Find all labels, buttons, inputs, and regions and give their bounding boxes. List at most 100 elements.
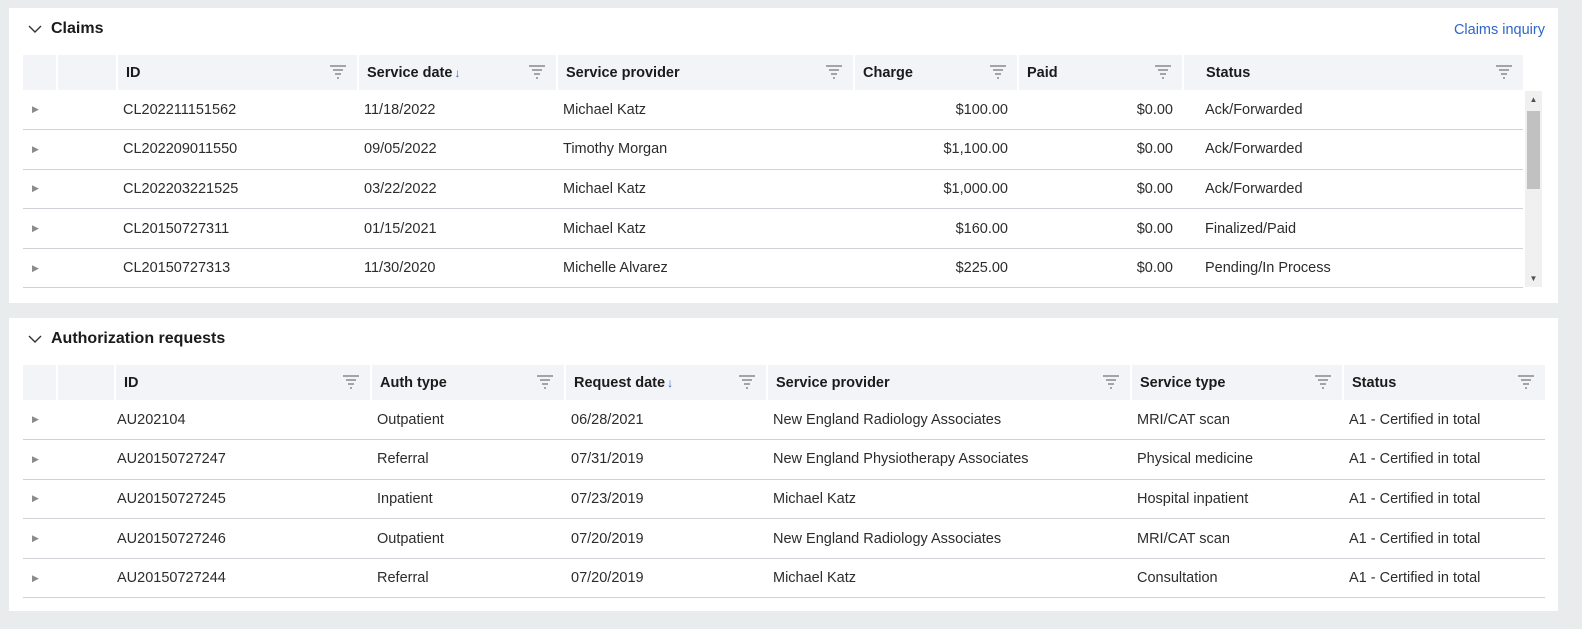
claim-id: CL202209011550 (123, 141, 238, 158)
triangle-right-icon[interactable]: ▶ (23, 519, 57, 559)
filter-icon[interactable] (738, 374, 756, 390)
row-select-cell (57, 90, 117, 130)
table-row[interactable]: ▶ AU202104 Outpatient 06/28/2021 New Eng… (23, 400, 1545, 440)
column-header-paid[interactable]: Paid (1018, 55, 1184, 90)
table-row[interactable]: ▶ AU20150727246 Outpatient 07/20/2019 Ne… (23, 519, 1545, 559)
filter-icon[interactable] (1102, 374, 1120, 390)
claim-id: CL202203221525 (123, 180, 239, 197)
service-provider: Michelle Alvarez (563, 260, 668, 277)
auth-type: Referral (377, 451, 429, 468)
table-row[interactable]: ▶ CL20150727313 11/30/2020 Michelle Alva… (23, 248, 1523, 288)
request-date: 07/31/2019 (571, 451, 644, 468)
filter-icon[interactable] (1517, 374, 1535, 390)
column-label: Status (1352, 374, 1397, 391)
table-row[interactable]: ▶ CL202211151562 11/18/2022 Michael Katz… (23, 90, 1523, 130)
service-provider: Michael Katz (563, 101, 647, 118)
row-select-cell (57, 440, 115, 480)
triangle-right-icon[interactable]: ▶ (23, 209, 57, 249)
claims-scrollbar[interactable]: ▲ ▼ (1525, 91, 1542, 287)
filter-icon[interactable] (989, 64, 1007, 80)
column-header-service-type[interactable]: Service type (1131, 365, 1344, 400)
claims-header-toggle[interactable]: Claims (27, 20, 103, 38)
auth-id: AU20150727247 (117, 451, 226, 468)
request-date: 06/28/2021 (571, 411, 644, 428)
table-row[interactable]: ▶ AU20150727244 Referral 07/20/2019 Mich… (23, 558, 1545, 598)
column-header-service-provider[interactable]: Service provider (557, 55, 855, 90)
column-label: Paid (1027, 64, 1058, 81)
auth-header-row: ID Auth type Request date ↓ Service provi… (23, 365, 1545, 400)
filter-icon[interactable] (1314, 374, 1332, 390)
auth-id: AU20150727245 (117, 490, 226, 507)
filter-icon[interactable] (1154, 64, 1172, 80)
triangle-up-icon[interactable]: ▲ (1525, 91, 1542, 108)
status: A1 - Certified in total (1349, 490, 1481, 507)
filter-icon[interactable] (342, 374, 360, 390)
sort-descending-icon: ↓ (454, 65, 461, 80)
triangle-right-icon[interactable]: ▶ (23, 558, 57, 598)
service-date: 11/30/2020 (364, 260, 436, 277)
column-header-status[interactable]: Status (1343, 365, 1545, 400)
status: A1 - Certified in total (1349, 451, 1481, 468)
triangle-right-icon[interactable]: ▶ (23, 400, 57, 440)
status: A1 - Certified in total (1349, 411, 1481, 428)
auth-id: AU20150727246 (117, 530, 226, 547)
row-select-cell (57, 130, 117, 170)
column-label: Charge (863, 64, 913, 81)
claims-panel: Claims Claims inquiry ID Service date ↓ S (9, 8, 1558, 303)
service-provider: New England Radiology Associates (773, 411, 1002, 428)
triangle-right-icon[interactable]: ▶ (23, 169, 57, 209)
filter-icon[interactable] (536, 374, 554, 390)
service-provider: Timothy Morgan (563, 141, 668, 158)
table-row[interactable]: ▶ CL202209011550 09/05/2022 Timothy Morg… (23, 130, 1523, 170)
column-label: Request date (574, 374, 666, 391)
authorization-requests-panel: Authorization requests ID Auth type Requ… (9, 318, 1558, 611)
status: Finalized/Paid (1205, 220, 1297, 237)
triangle-right-icon[interactable]: ▶ (23, 440, 57, 480)
filter-icon[interactable] (825, 64, 843, 80)
row-select-cell (57, 209, 117, 249)
claims-header-row: ID Service date ↓ Service provider Charge… (23, 55, 1523, 90)
column-header-service-date[interactable]: Service date ↓ (358, 55, 558, 90)
table-row[interactable]: ▶ CL20150727311 01/15/2021 Michael Katz … (23, 209, 1523, 249)
row-select-cell (57, 248, 117, 288)
auth-id: AU20150727244 (117, 570, 226, 587)
column-header-request-date[interactable]: Request date ↓ (565, 365, 768, 400)
table-row[interactable]: ▶ AU20150727245 Inpatient 07/23/2019 Mic… (23, 479, 1545, 519)
scrollbar-thumb[interactable] (1527, 111, 1540, 189)
table-row[interactable]: ▶ CL202203221525 03/22/2022 Michael Katz… (23, 169, 1523, 209)
column-header-id[interactable]: ID (115, 365, 372, 400)
status: Pending/In Process (1205, 260, 1331, 277)
service-provider: Michael Katz (563, 180, 647, 197)
column-label: ID (124, 374, 139, 391)
request-date: 07/23/2019 (571, 490, 644, 507)
paid: $0.00 (1136, 180, 1173, 197)
column-header-auth-type[interactable]: Auth type (371, 365, 566, 400)
table-row[interactable]: ▶ AU20150727247 Referral 07/31/2019 New … (23, 440, 1545, 480)
chevron-down-icon (28, 335, 42, 343)
service-provider: New England Physiotherapy Associates (773, 451, 1029, 468)
filter-icon[interactable] (1495, 64, 1513, 80)
triangle-right-icon[interactable]: ▶ (23, 479, 57, 519)
paid: $0.00 (1136, 260, 1173, 277)
charge: $1,000.00 (943, 180, 1008, 197)
triangle-right-icon[interactable]: ▶ (23, 248, 57, 288)
triangle-right-icon[interactable]: ▶ (23, 130, 57, 170)
claims-inquiry-link[interactable]: Claims inquiry (1454, 22, 1545, 38)
filter-icon[interactable] (528, 64, 546, 80)
service-provider: Michael Katz (563, 220, 647, 237)
auth-header-toggle[interactable]: Authorization requests (27, 330, 225, 348)
column-header-id[interactable]: ID (117, 55, 359, 90)
row-select-cell (57, 479, 115, 519)
row-select-cell (57, 558, 115, 598)
paid: $0.00 (1136, 101, 1173, 118)
auth-id: AU202104 (117, 411, 186, 428)
paid: $0.00 (1136, 141, 1173, 158)
triangle-right-icon[interactable]: ▶ (23, 90, 57, 130)
column-header-service-provider[interactable]: Service provider (767, 365, 1132, 400)
column-header-status[interactable]: Status (1183, 55, 1523, 90)
column-header-charge[interactable]: Charge (854, 55, 1019, 90)
triangle-down-icon[interactable]: ▼ (1525, 270, 1542, 287)
filter-icon[interactable] (329, 64, 347, 80)
auth-type: Inpatient (377, 490, 433, 507)
column-label: Service provider (776, 374, 890, 391)
